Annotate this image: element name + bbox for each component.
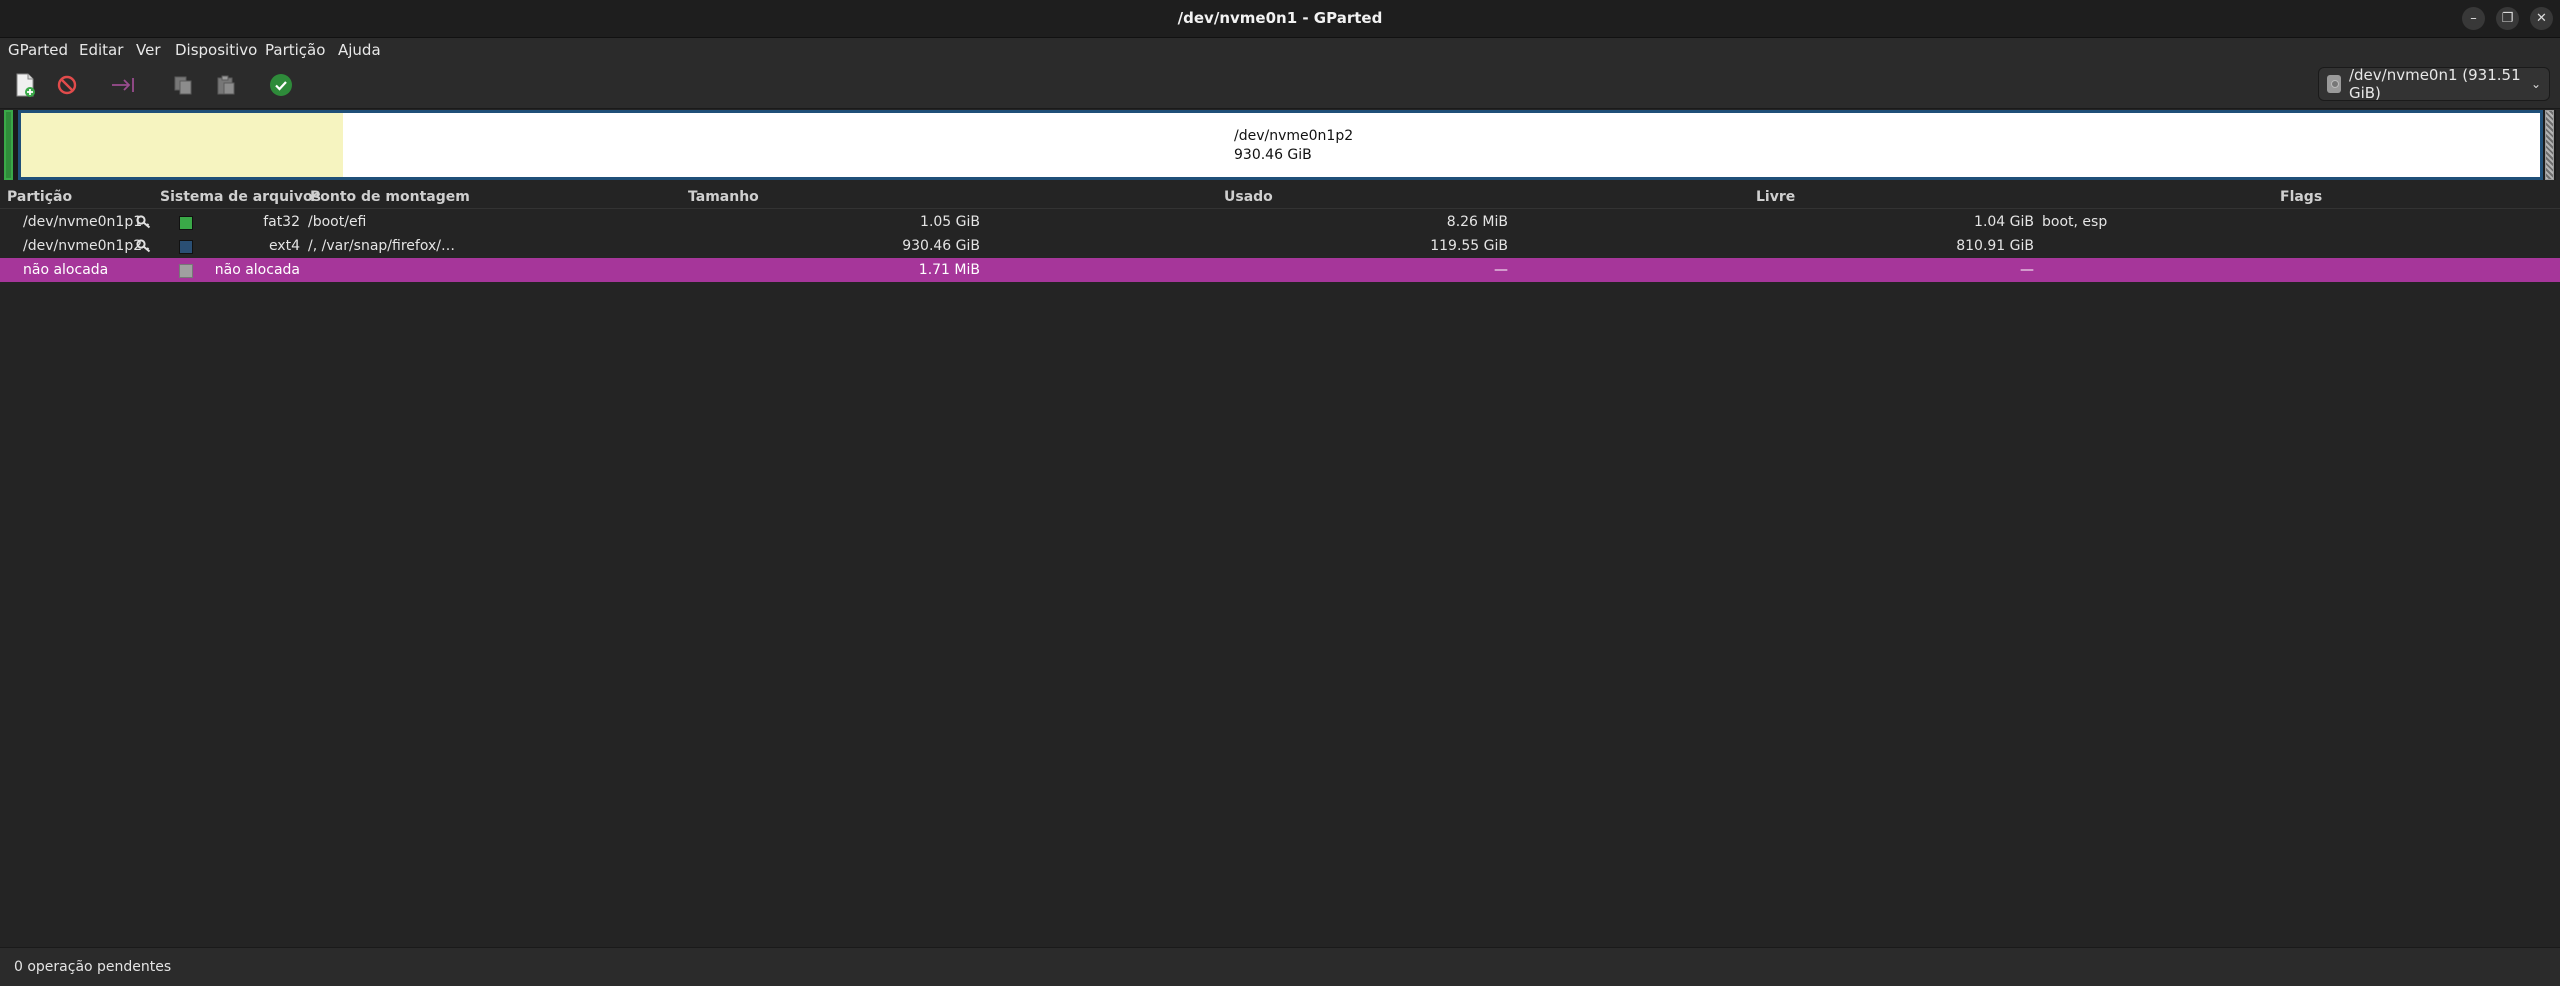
cell-free: 810.91 GiB (1956, 238, 2034, 254)
cell-filesystem: não alocada (214, 262, 300, 278)
cell-filesystem: ext4 (268, 238, 300, 254)
filesystem-color-swatch (179, 216, 193, 230)
partition-table: Partição Sistema de arquivos Ponto de mo… (0, 186, 2560, 946)
delete-button[interactable] (52, 70, 82, 100)
table-row[interactable]: /dev/nvme0n1p2 ext4 /, /var/snap/firefox… (0, 234, 2560, 258)
cell-filesystem: fat32 (263, 214, 300, 230)
cell-partition: /dev/nvme0n1p2 (23, 238, 143, 254)
copy-icon (174, 76, 192, 95)
pending-operations-status: 0 operação pendentes (14, 959, 172, 975)
cell-flags: boot, esp (2042, 214, 2108, 230)
close-icon: ✕ (2536, 11, 2547, 26)
chevron-down-icon: ⌄ (2530, 77, 2541, 91)
delete-icon (57, 75, 77, 95)
cell-partition: /dev/nvme0n1p1 (23, 214, 143, 230)
close-button[interactable]: ✕ (2530, 7, 2553, 30)
paste-button[interactable] (211, 70, 241, 100)
device-selector-value: /dev/nvme0n1 (931.51 GiB) (2348, 66, 2521, 102)
new-partition-button[interactable] (10, 70, 40, 100)
menu-gparted[interactable]: GParted (8, 38, 68, 62)
disk-map-partition-size: 930.46 GiB (1234, 147, 1312, 163)
cell-size: 930.46 GiB (902, 238, 980, 254)
disk-icon (2327, 75, 2341, 93)
window-title: /dev/nvme0n1 - GParted (1177, 9, 1383, 27)
menu-editar[interactable]: Editar (79, 38, 123, 62)
table-row-selected[interactable]: não alocada não alocada 1.71 MiB — — (0, 258, 2560, 282)
menu-ver[interactable]: Ver (136, 38, 161, 62)
cell-mountpoint: /, /var/snap/firefox/… (308, 238, 455, 254)
cell-free: 1.04 GiB (1974, 214, 2034, 230)
table-header: Partição Sistema de arquivos Ponto de mo… (0, 186, 2560, 209)
minimize-icon: – (2470, 11, 2477, 26)
filesystem-color-swatch (179, 264, 193, 278)
column-header-mountpoint[interactable]: Ponto de montagem (310, 186, 470, 208)
copy-button[interactable] (168, 70, 198, 100)
disk-map-segment-p2[interactable]: /dev/nvme0n1p2 930.46 GiB (18, 110, 2543, 180)
resize-move-button[interactable] (108, 70, 138, 100)
paste-icon (217, 75, 235, 95)
menu-ajuda[interactable]: Ajuda (338, 38, 381, 62)
disk-map-segment-p1[interactable] (4, 110, 13, 180)
key-icon (136, 239, 151, 253)
toolbar: /dev/nvme0n1 (931.51 GiB) ⌄ (0, 62, 2560, 109)
column-header-partition[interactable]: Partição (7, 186, 72, 208)
cell-used: 119.55 GiB (1430, 238, 1508, 254)
column-header-free[interactable]: Livre (1756, 186, 1795, 208)
maximize-button[interactable]: ❐ (2496, 7, 2519, 30)
new-partition-icon (16, 73, 35, 97)
disk-map: /dev/nvme0n1p2 930.46 GiB (4, 110, 2556, 180)
status-bar: 0 operação pendentes (0, 947, 2560, 986)
disk-map-partition-name: /dev/nvme0n1p2 (1234, 128, 1354, 144)
cell-used: 8.26 MiB (1446, 214, 1508, 230)
title-bar: /dev/nvme0n1 - GParted – ❐ ✕ (0, 0, 2560, 38)
column-header-size[interactable]: Tamanho (688, 186, 759, 208)
disk-map-label: /dev/nvme0n1p2 930.46 GiB (1234, 127, 1353, 165)
disk-map-segment-p2-body: /dev/nvme0n1p2 930.46 GiB (21, 113, 2540, 177)
filesystem-color-swatch (179, 240, 193, 254)
restore-icon: ❐ (2501, 11, 2514, 26)
cell-size: 1.05 GiB (920, 214, 980, 230)
cell-partition: não alocada (23, 262, 109, 278)
cell-used: — (1494, 262, 1508, 278)
menu-bar: GParted Editar Ver Dispositivo Partição … (0, 38, 2560, 62)
cell-size: 1.71 MiB (918, 262, 980, 278)
cell-mountpoint: /boot/efi (308, 214, 367, 230)
minimize-button[interactable]: – (2462, 7, 2485, 30)
key-icon (136, 215, 151, 229)
apply-button[interactable] (266, 70, 296, 100)
disk-map-segment-unallocated[interactable] (2545, 110, 2554, 180)
menu-dispositivo[interactable]: Dispositivo (175, 38, 257, 62)
apply-icon (270, 74, 292, 96)
column-header-flags[interactable]: Flags (2280, 186, 2322, 208)
disk-map-used-space (21, 113, 343, 177)
column-header-filesystem[interactable]: Sistema de arquivos (160, 186, 321, 208)
device-selector[interactable]: /dev/nvme0n1 (931.51 GiB) ⌄ (2318, 66, 2550, 102)
column-header-used[interactable]: Usado (1224, 186, 1273, 208)
table-row[interactable]: /dev/nvme0n1p1 fat32 /boot/efi 1.05 GiB … (0, 210, 2560, 234)
cell-free: — (2020, 262, 2034, 278)
resize-move-icon (112, 78, 134, 92)
menu-particao[interactable]: Partição (265, 38, 325, 62)
